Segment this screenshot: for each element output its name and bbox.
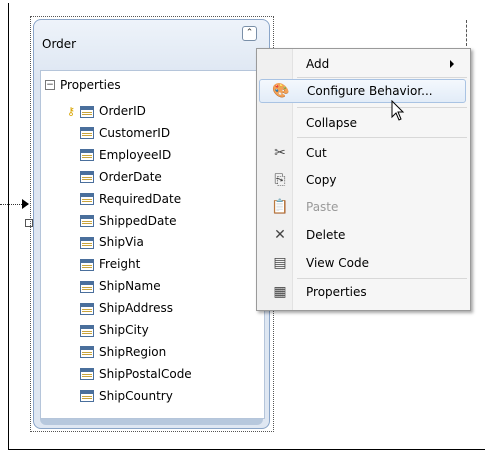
menu-item-label: Cut — [306, 146, 327, 160]
property-row[interactable]: ShipRegion — [77, 342, 166, 362]
context-menu: Add 🎨 Configure Behavior... Collapse ✂ Cut ⎘ Co… — [256, 48, 471, 311]
property-name: ShipCity — [99, 323, 149, 337]
scalar-property-icon — [77, 235, 94, 250]
menu-separator — [297, 107, 467, 108]
property-row[interactable]: ShipPostalCode — [77, 364, 192, 384]
property-row[interactable]: OrderDate — [77, 167, 162, 187]
menu-item-label: Configure Behavior... — [307, 84, 433, 98]
property-row[interactable]: CustomerID — [77, 123, 170, 143]
property-row[interactable]: RequiredDate — [77, 189, 181, 209]
scalar-property-icon — [77, 147, 94, 162]
menu-item-add[interactable]: Add — [259, 52, 466, 76]
order-entity-shape[interactable]: Order ⌃ − Properties ⚷ OrderID CustomerID E… — [33, 19, 270, 429]
menu-item-label: Properties — [306, 285, 367, 299]
menu-item-properties[interactable]: ▦ Properties — [259, 280, 466, 304]
menu-item-view-code[interactable]: ▤ View Code — [259, 251, 466, 275]
property-row[interactable]: ShippedDate — [77, 211, 176, 231]
property-row[interactable]: EmployeeID — [77, 145, 171, 165]
entity-bottom-bar — [40, 419, 263, 425]
menu-item-copy[interactable]: ⎘ Copy — [259, 168, 466, 192]
property-name: ShipVia — [99, 235, 144, 250]
submenu-arrow-icon — [450, 60, 454, 68]
property-name: ShipRegion — [99, 344, 167, 359]
menu-separator — [297, 77, 467, 78]
menu-item-cut[interactable]: ✂ Cut — [259, 141, 466, 165]
scalar-property-icon — [77, 169, 94, 184]
property-name: OrderID — [99, 104, 146, 118]
property-name: ShippedDate — [99, 213, 177, 228]
scalar-property-icon — [77, 388, 94, 403]
scalar-property-icon — [77, 301, 94, 316]
property-name: CustomerID — [99, 125, 171, 140]
menu-item-label: View Code — [306, 256, 370, 270]
scalar-property-icon — [77, 213, 94, 228]
property-row[interactable]: ⚷ OrderID — [67, 101, 146, 121]
property-name: ShipPostalCode — [99, 366, 192, 381]
properties-section-label: Properties — [60, 78, 121, 92]
menu-separator — [297, 137, 467, 138]
scalar-property-icon — [77, 257, 94, 272]
delete-icon: ✕ — [274, 227, 286, 243]
collapse-entity-button[interactable]: ⌃ — [242, 26, 257, 41]
property-name: ShipCountry — [99, 388, 173, 403]
property-row[interactable]: ShipVia — [77, 232, 144, 252]
menu-item-collapse[interactable]: Collapse — [259, 111, 466, 135]
scalar-property-icon — [77, 125, 94, 140]
menu-item-label: Collapse — [306, 116, 357, 130]
scalar-property-icon — [77, 279, 94, 294]
key-icon: ⚷ — [67, 104, 76, 118]
copy-icon: ⎘ — [274, 172, 286, 188]
property-row[interactable]: ShipCity — [77, 320, 149, 340]
property-row[interactable]: ShipAddress — [77, 298, 173, 318]
collapse-section-icon[interactable]: − — [45, 80, 55, 90]
properties-section-header[interactable]: − Properties — [45, 77, 121, 93]
view-code-icon: ▤ — [273, 255, 287, 271]
entity-title: Order — [42, 37, 77, 51]
menu-item-label: Copy — [306, 173, 337, 187]
paste-icon: 📋 — [271, 199, 289, 215]
property-name: ShipName — [99, 279, 161, 294]
property-name: Freight — [99, 257, 141, 272]
property-row[interactable]: Freight — [77, 254, 140, 274]
property-row[interactable]: ShipName — [77, 276, 161, 296]
scissors-icon: ✂ — [274, 145, 286, 161]
menu-item-label: Paste — [306, 200, 339, 214]
menu-separator — [297, 278, 467, 279]
scalar-property-icon — [77, 191, 94, 206]
scalar-property-icon — [77, 323, 94, 338]
menu-item-configure-behavior[interactable]: 🎨 Configure Behavior... — [259, 79, 466, 103]
property-name: ShipAddress — [99, 301, 173, 316]
scalar-property-icon: ⚷ — [67, 104, 94, 119]
canvas-dashed-edge — [466, 20, 467, 46]
mouse-cursor-icon — [391, 100, 405, 121]
scalar-property-icon — [77, 366, 94, 381]
entity-body: − Properties ⚷ OrderID CustomerID EmployeeI… — [40, 70, 265, 419]
property-name: OrderDate — [99, 169, 162, 184]
property-name: RequiredDate — [99, 191, 182, 206]
menu-item-label: Add — [306, 57, 330, 71]
menu-item-label: Delete — [306, 228, 346, 242]
properties-icon: ▦ — [273, 284, 287, 300]
association-arrow-icon — [22, 199, 29, 209]
configure-behavior-icon: 🎨 — [272, 83, 290, 99]
property-row[interactable]: ShipCountry — [77, 386, 173, 406]
scalar-property-icon — [77, 344, 94, 359]
menu-item-delete[interactable]: ✕ Delete — [259, 223, 466, 247]
menu-item-paste[interactable]: 📋 Paste — [259, 195, 466, 219]
property-name: EmployeeID — [99, 147, 172, 162]
